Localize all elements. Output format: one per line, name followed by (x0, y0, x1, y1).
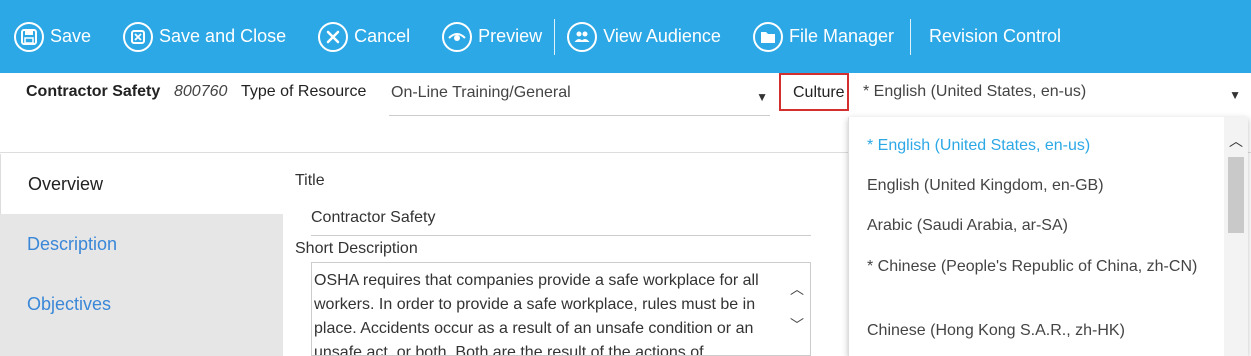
eye-icon (442, 21, 473, 52)
culture-option[interactable]: * Chinese (People's Republic of China, z… (867, 255, 1207, 279)
resource-type-label: Type of Resource (241, 83, 367, 100)
view-audience-label: View Audience (603, 26, 721, 46)
caret-down-icon: ▼ (1229, 88, 1241, 102)
chevron-down-icon[interactable]: ﹀ (790, 315, 804, 335)
save-and-close-label: Save and Close (159, 26, 287, 46)
overview-form: Title Short Description OSHA requires th… (283, 154, 843, 356)
culture-option[interactable]: * English (United States, en-us) (867, 134, 1207, 158)
dropdown-scrollbar[interactable]: ︿ (1224, 117, 1248, 356)
file-manager-button[interactable]: File Manager (752, 17, 894, 57)
resource-type-value: On-Line Training/General (391, 84, 571, 101)
cancel-label: Cancel (354, 26, 411, 46)
scrollbar-thumb[interactable] (1228, 157, 1244, 233)
file-manager-label: File Manager (788, 26, 894, 46)
save-button[interactable]: Save (14, 17, 91, 57)
short-description-label: Short Description (295, 240, 418, 257)
culture-dropdown-list: * English (United States, en-us) English… (848, 117, 1248, 356)
view-audience-button[interactable]: View Audience (567, 17, 721, 57)
toolbar-divider (554, 18, 556, 55)
culture-label: Culture (779, 73, 849, 111)
save-label: Save (50, 26, 92, 46)
title-label: Title (295, 172, 325, 189)
toolbar-divider (910, 18, 911, 55)
chevron-up-icon[interactable]: ︿ (1229, 131, 1243, 151)
save-close-icon (123, 21, 154, 52)
preview-button[interactable]: Preview (442, 17, 542, 57)
revision-control-label: Revision Control (929, 26, 1062, 46)
resource-type-select[interactable]: On-Line Training/General ▼ (389, 76, 770, 116)
culture-option[interactable]: English (United Kingdom, en-GB) (867, 174, 1207, 198)
section-tabs: Overview Description Objectives (0, 154, 283, 356)
culture-select[interactable]: * English (United States, en-us) ▼ (863, 83, 1249, 102)
save-and-close-button[interactable]: Save and Close (123, 17, 286, 57)
caret-down-icon: ▼ (756, 90, 768, 104)
title-input[interactable] (311, 200, 811, 236)
users-icon (567, 21, 598, 52)
close-icon (318, 21, 349, 52)
culture-option[interactable]: Arabic (Saudi Arabia, ar-SA) (867, 214, 1207, 238)
tab-description[interactable]: Description (0, 214, 283, 274)
tab-objectives[interactable]: Objectives (0, 274, 283, 334)
resource-name: Contractor Safety (26, 83, 161, 100)
preview-label: Preview (478, 26, 543, 46)
cancel-button[interactable]: Cancel (318, 17, 410, 57)
culture-value: * English (United States, en-us) (863, 83, 1087, 100)
culture-option[interactable]: Chinese (Hong Kong S.A.R., zh-HK) (867, 319, 1207, 343)
toolbar: Save Save and Close Cancel Preview View … (0, 0, 1251, 73)
floppy-disk-icon (14, 21, 44, 52)
chevron-up-icon[interactable]: ︿ (790, 279, 804, 299)
tab-overview[interactable]: Overview (0, 154, 283, 214)
textarea-scrollbar[interactable]: ︿ ﹀ (786, 263, 810, 355)
short-description-text: OSHA requires that companies provide a s… (314, 272, 759, 356)
resource-id: 800760 (174, 83, 228, 100)
short-description-textarea[interactable]: OSHA requires that companies provide a s… (311, 262, 811, 356)
revision-control-button[interactable]: Revision Control (929, 17, 1061, 57)
folder-icon (752, 21, 783, 52)
